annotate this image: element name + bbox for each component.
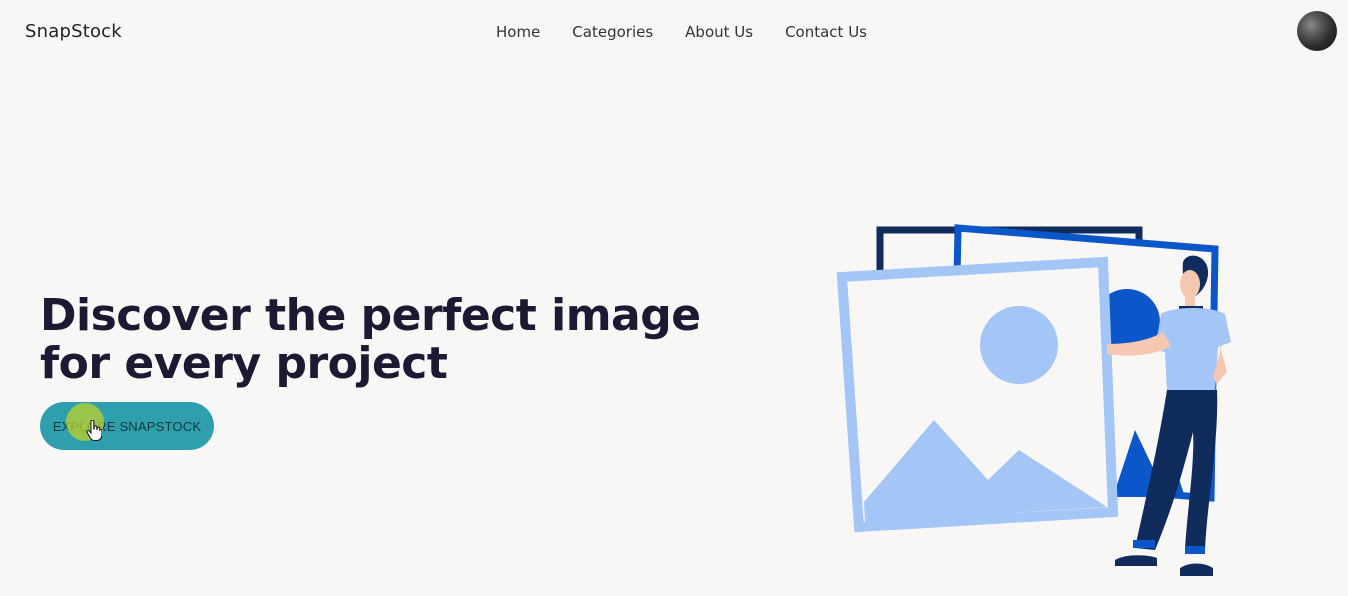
front-frame-sun xyxy=(980,306,1058,384)
nav-links: Home Categories About Us Contact Us xyxy=(496,23,867,41)
navbar: SnapStock Home Categories About Us Conta… xyxy=(0,0,1348,66)
nav-link-categories[interactable]: Categories xyxy=(572,23,653,41)
nav-link-about-us[interactable]: About Us xyxy=(685,23,753,41)
hero-title: Discover the perfect image for every pro… xyxy=(40,290,701,389)
nav-link-home[interactable]: Home xyxy=(496,23,540,41)
explore-snapstock-button[interactable]: EXPLORE SNAPSTOCK xyxy=(40,402,214,450)
brand-logo[interactable]: SnapStock xyxy=(25,21,122,42)
image-frames-illustration xyxy=(836,224,1231,576)
nav-link-contact-us[interactable]: Contact Us xyxy=(785,23,867,41)
user-avatar[interactable] xyxy=(1297,11,1337,51)
